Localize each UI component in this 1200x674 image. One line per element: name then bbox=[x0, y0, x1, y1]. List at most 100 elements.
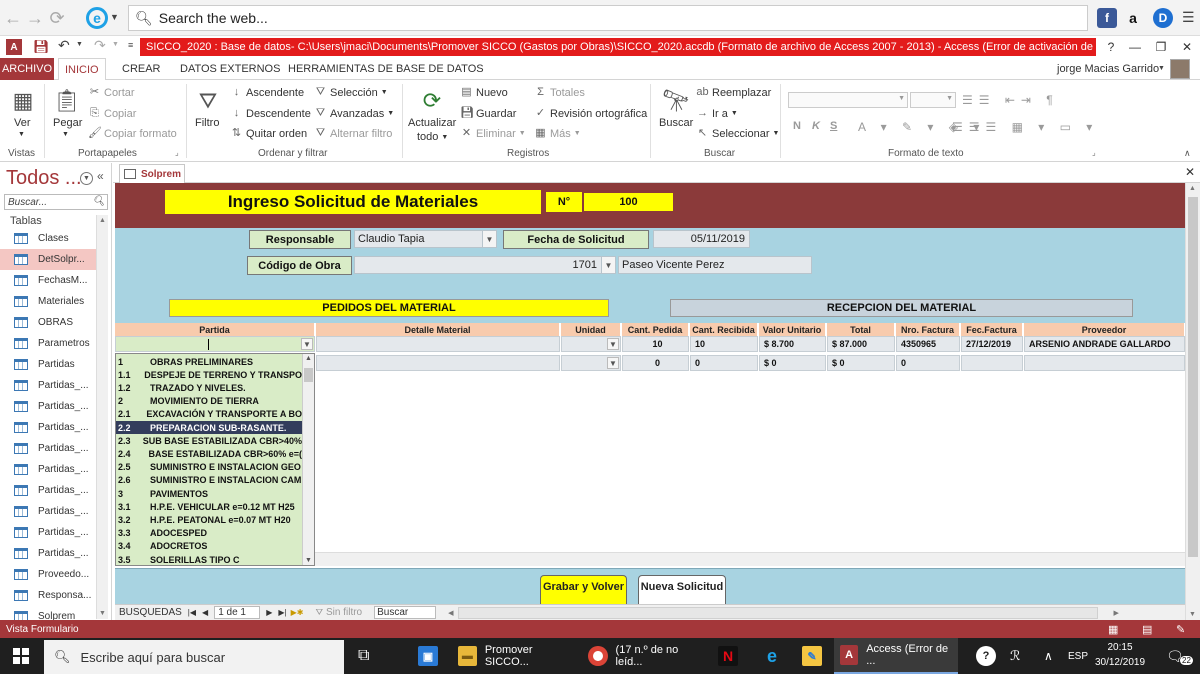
view-design-icon[interactable]: ✎ bbox=[1176, 623, 1185, 636]
nav-item[interactable]: Responsa... bbox=[0, 585, 108, 606]
underline-button[interactable]: S bbox=[830, 120, 837, 132]
nav-item[interactable]: Parametros bbox=[0, 333, 108, 354]
browser-menu-icon[interactable]: ☰ bbox=[1182, 9, 1195, 26]
hscroll-right-icon[interactable]: ▶ bbox=[1114, 609, 1119, 617]
forward-icon[interactable]: → bbox=[24, 0, 46, 36]
dropdown-item[interactable]: 3.3 ADOCESPED bbox=[116, 527, 302, 540]
dropdown-scrollbar[interactable]: ▲ ▼ bbox=[302, 354, 314, 565]
row1-partida[interactable]: ▼ bbox=[115, 336, 315, 352]
descendente-button[interactable]: ↓ Descendente bbox=[230, 107, 311, 120]
form-hscroll[interactable] bbox=[457, 606, 1098, 619]
nav-dropdown-icon[interactable]: ▼ bbox=[80, 172, 93, 185]
people-tray-icon[interactable]: ℛ bbox=[1004, 638, 1026, 674]
row2-cant-pedida[interactable]: 0 bbox=[622, 355, 689, 371]
avatar[interactable] bbox=[1170, 59, 1190, 79]
reemplazar-button[interactable]: ab Reemplazar bbox=[696, 86, 771, 99]
row1-unidad[interactable]: ▼ bbox=[561, 336, 621, 352]
taskbar-search[interactable]: 🔍︎ Escribe aquí para buscar bbox=[44, 640, 344, 674]
dropdown-item[interactable]: 3.1 H.P.E. VEHICULAR e=0.12 MT H25 bbox=[116, 500, 302, 513]
tab-solprem[interactable]: Solprem bbox=[119, 164, 185, 183]
back-icon[interactable]: ← bbox=[2, 0, 24, 36]
facebook-icon[interactable]: f bbox=[1097, 8, 1117, 28]
dropdown-item[interactable]: 1 OBRAS PRELIMINARES bbox=[116, 355, 302, 368]
prev-record-icon[interactable]: ◀ bbox=[202, 608, 208, 617]
taskbar-app-icon[interactable]: ▣ bbox=[412, 638, 444, 674]
dropdown-item[interactable]: 1.1 DESPEJE DE TERRENO Y TRANSPO bbox=[116, 368, 302, 381]
nav-item[interactable]: FechasM... bbox=[0, 270, 108, 291]
nav-pane-title[interactable]: Todos ... bbox=[6, 167, 82, 190]
undo-icon[interactable]: ↶ bbox=[58, 37, 70, 54]
tab-archivo[interactable]: ARCHIVO bbox=[0, 58, 54, 80]
extension-icon[interactable]: D bbox=[1153, 8, 1173, 28]
qat-customize-icon[interactable]: ≡ bbox=[128, 40, 133, 50]
notification-center[interactable]: 🗨︎ 22 bbox=[1160, 638, 1193, 674]
scroll-down-icon[interactable]: ▼ bbox=[305, 557, 312, 564]
record-position[interactable]: 1 de 1 bbox=[214, 606, 261, 619]
seleccion-button[interactable]: ⛛ Selección ▼ bbox=[314, 86, 388, 99]
dropdown-item[interactable]: 2.5 SUMINISTRO E INSTALACION GEO bbox=[116, 461, 302, 474]
tab-datos-externos[interactable]: DATOS EXTERNOS bbox=[174, 58, 286, 80]
nav-item[interactable]: Partidas_... bbox=[0, 522, 108, 543]
cortar-button[interactable]: ✂ Cortar bbox=[88, 86, 135, 99]
nav-item[interactable]: Partidas_... bbox=[0, 417, 108, 438]
nav-item[interactable]: Partidas_... bbox=[0, 480, 108, 501]
nav-item[interactable]: Partidas_... bbox=[0, 375, 108, 396]
view-icon[interactable]: ▦ bbox=[8, 86, 38, 116]
nav-section-tablas[interactable]: Tablas ⌃ bbox=[4, 213, 108, 229]
language-indicator[interactable]: ESP bbox=[1062, 638, 1094, 674]
row1-proveedor[interactable]: ARSENIO ANDRADE GALLARDO bbox=[1024, 336, 1185, 352]
list-icons[interactable]: ☰☰ ⇤⇥ ¶ bbox=[962, 93, 1059, 107]
taskbar-netflix[interactable]: N bbox=[712, 638, 744, 674]
row2-detalle[interactable] bbox=[316, 355, 560, 371]
guardar-button[interactable]: 💾︎ Guardar bbox=[460, 107, 516, 120]
dropdown-item[interactable]: 3.5 SOLERILLAS TIPO C bbox=[116, 553, 302, 565]
restore-button[interactable]: ❐ bbox=[1148, 36, 1174, 58]
nav-item[interactable]: DetSolpr... bbox=[0, 249, 108, 270]
dropdown-item[interactable]: 2.2 PREPARACION SUB-RASANTE. bbox=[116, 421, 302, 435]
taskbar-clock[interactable]: 20:15 30/12/2019 bbox=[1094, 640, 1146, 672]
minimize-button[interactable]: — bbox=[1122, 36, 1148, 58]
first-record-icon[interactable]: |◀ bbox=[188, 608, 196, 617]
row1-cant-recibida[interactable]: 10 bbox=[690, 336, 758, 352]
dropdown-item[interactable]: 3 PAVIMENTOS bbox=[116, 487, 302, 500]
taskbar-ie[interactable]: e bbox=[756, 638, 788, 674]
fecha-field[interactable]: 05/11/2019 bbox=[653, 230, 750, 248]
taskbar-chrome[interactable]: (17 n.º de no leíd... bbox=[582, 638, 710, 674]
copiar-button[interactable]: ⎘ Copiar bbox=[88, 107, 136, 120]
avanzadas-button[interactable]: ⛛ Avanzadas ▼ bbox=[314, 107, 394, 120]
row1-valor-unitario[interactable]: $ 8.700 bbox=[759, 336, 826, 352]
binoculars-icon[interactable]: 🔭︎ bbox=[661, 86, 691, 116]
ver-button[interactable]: Ver bbox=[14, 117, 31, 129]
save-icon[interactable]: 💾︎ bbox=[33, 39, 50, 55]
ie-logo-icon[interactable]: e bbox=[86, 7, 108, 29]
unidad-dropdown-icon[interactable]: ▼ bbox=[607, 338, 619, 350]
web-search-input[interactable]: 🔍︎ Search the web... bbox=[128, 5, 1088, 31]
font-name-select[interactable]: ▼ bbox=[788, 92, 908, 108]
nueva-solicitud-button[interactable]: Nueva Solicitud bbox=[638, 575, 726, 605]
tab-herramientas[interactable]: HERRAMIENTAS DE BASE DE DATOS bbox=[282, 58, 490, 80]
dropdown-item[interactable]: 2.3 SUB BASE ESTABILIZADA CBR>40% bbox=[116, 434, 302, 447]
row1-nro-factura[interactable]: 4350965 bbox=[896, 336, 960, 352]
nav-collapse-icon[interactable]: « bbox=[97, 169, 104, 183]
ir-a-button[interactable]: → Ir a ▼ bbox=[696, 107, 738, 120]
task-view-icon[interactable]: ⧉ bbox=[352, 638, 375, 674]
user-name[interactable]: jorge Macias Garrido bbox=[1057, 63, 1159, 75]
row1-cant-pedida[interactable]: 10 bbox=[622, 336, 689, 352]
nav-item[interactable]: Clases bbox=[0, 228, 108, 249]
new-record-nav-icon[interactable]: ▶✱ bbox=[291, 608, 304, 617]
refresh-all-icon[interactable]: ⟳ bbox=[417, 86, 447, 116]
dropdown-item[interactable]: 3.2 H.P.E. PEATONAL e=0.07 MT H20 bbox=[116, 513, 302, 526]
row2-cant-recibida[interactable]: 0 bbox=[690, 355, 758, 371]
eliminar-button[interactable]: ✕ Eliminar ▼ bbox=[460, 127, 526, 140]
revision-button[interactable]: ✓ Revisión ortográfica bbox=[534, 107, 647, 120]
quitar-orden-button[interactable]: ⇅ Quitar orden bbox=[230, 127, 307, 140]
font-size-select[interactable]: ▼ bbox=[910, 92, 956, 108]
windows-start-icon[interactable] bbox=[13, 648, 29, 664]
vscroll-down-icon[interactable]: ▼ bbox=[1189, 611, 1196, 618]
next-record-icon[interactable]: ▶ bbox=[266, 608, 272, 617]
responsable-combo[interactable]: Claudio Tapia ▼ bbox=[354, 230, 497, 248]
row2-proveedor[interactable] bbox=[1024, 355, 1185, 371]
nav-item[interactable]: Partidas_... bbox=[0, 459, 108, 480]
amazon-icon[interactable]: a bbox=[1123, 8, 1143, 28]
dropdown-item[interactable]: 3.4 ADOCRETOS bbox=[116, 540, 302, 553]
